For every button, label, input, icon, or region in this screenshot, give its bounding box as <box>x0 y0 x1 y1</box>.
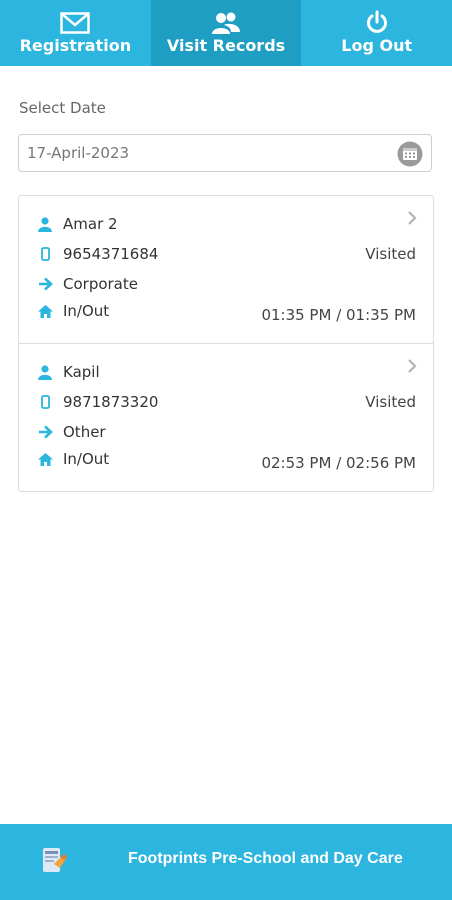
visit-card[interactable]: Amar 2 9654371684 Visited Corporate In/O… <box>19 196 433 343</box>
inout-row: In/Out <box>37 450 109 468</box>
date-value: 17-April-2023 <box>27 144 130 162</box>
date-input[interactable]: 17-April-2023 <box>18 134 432 172</box>
visitor-type-row: Other <box>37 423 106 441</box>
visitor-name-row: Amar 2 <box>37 215 118 233</box>
visit-status: Visited <box>365 245 416 263</box>
users-icon <box>212 0 240 34</box>
tab-registration[interactable]: Registration <box>0 0 151 66</box>
inout-row: In/Out <box>37 302 109 320</box>
home-icon <box>37 304 53 318</box>
visitor-phone: 9654371684 <box>63 245 159 263</box>
footer-title: Footprints Pre-School and Day Care <box>128 850 403 867</box>
tab-registration-label: Registration <box>19 36 132 55</box>
visitor-type: Other <box>63 423 106 441</box>
inout-label: In/Out <box>63 302 110 320</box>
visit-card[interactable]: Kapil 9871873320 Visited Other In/Out 02… <box>19 343 433 491</box>
chevron-right-icon[interactable] <box>407 358 417 378</box>
visitor-type-row: Corporate <box>37 275 138 293</box>
visitor-name: Kapil <box>63 363 100 381</box>
arrow-right-icon <box>37 277 53 291</box>
inout-times: 01:35 PM / 01:35 PM <box>261 306 416 324</box>
inout-label: In/Out <box>63 450 110 468</box>
tab-log-out-label: Log Out <box>341 36 413 55</box>
mobile-icon <box>37 395 53 409</box>
tab-log-out[interactable]: Log Out <box>301 0 452 66</box>
visit-list: Amar 2 9654371684 Visited Corporate In/O… <box>18 195 434 492</box>
person-icon <box>37 364 53 380</box>
inout-times: 02:53 PM / 02:56 PM <box>261 454 416 472</box>
top-navigation: Registration Visit Records Log Out <box>0 0 452 66</box>
visitor-name: Amar 2 <box>63 215 118 233</box>
arrow-right-icon <box>37 425 53 439</box>
app-logo-icon <box>40 844 72 880</box>
visitor-phone-row: 9654371684 <box>37 245 158 263</box>
visitor-phone-row: 9871873320 <box>37 393 158 411</box>
calendar-icon[interactable] <box>397 141 423 171</box>
visitor-phone: 9871873320 <box>63 393 159 411</box>
visitor-name-row: Kapil <box>37 363 100 381</box>
person-icon <box>37 216 53 232</box>
select-date-label: Select Date <box>19 99 106 117</box>
power-icon <box>366 0 388 34</box>
footer-bar: Footprints Pre-School and Day Care <box>0 824 452 900</box>
tab-visit-records[interactable]: Visit Records <box>150 0 302 66</box>
visitor-type: Corporate <box>63 275 138 293</box>
visit-status: Visited <box>365 393 416 411</box>
home-icon <box>37 452 53 466</box>
envelope-icon <box>60 0 91 34</box>
chevron-right-icon[interactable] <box>407 210 417 230</box>
tab-visit-records-label: Visit Records <box>166 36 286 55</box>
mobile-icon <box>37 247 53 261</box>
